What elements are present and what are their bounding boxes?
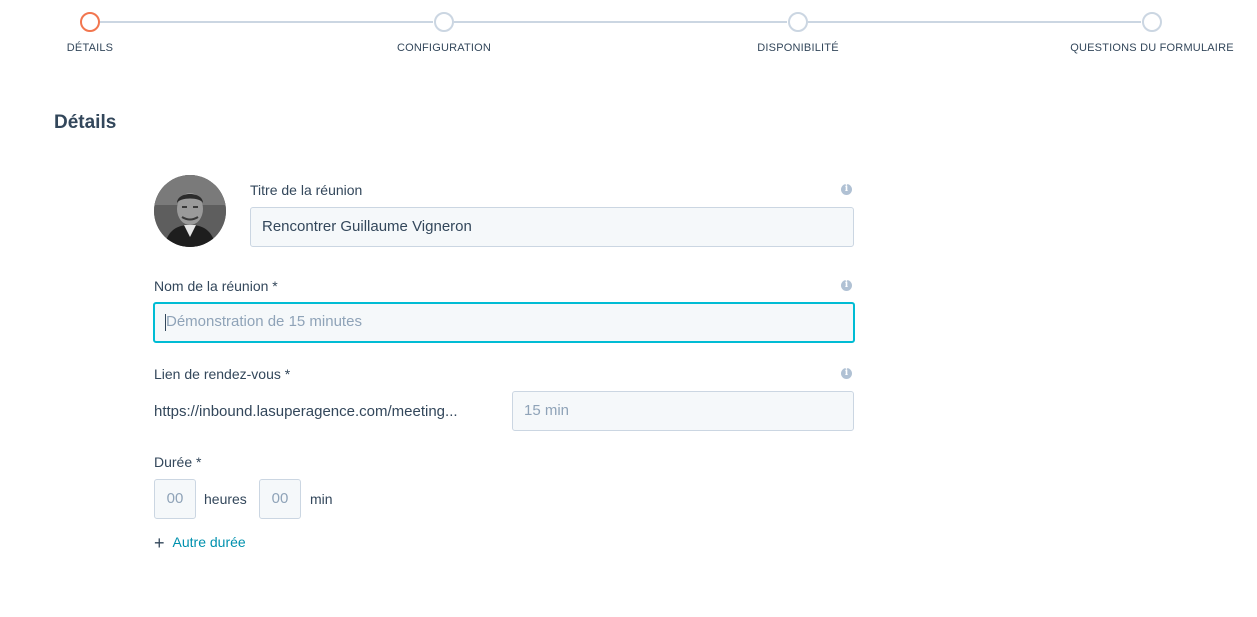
step-form-questions-circle[interactable] bbox=[1142, 12, 1162, 32]
step-details-circle[interactable] bbox=[80, 12, 100, 32]
duration-label: Durée * bbox=[154, 454, 202, 470]
add-other-duration-link[interactable]: + Autre durée bbox=[154, 533, 246, 554]
step-availability-label[interactable]: DISPONIBILITÉ bbox=[757, 42, 838, 54]
stepper-line bbox=[100, 21, 433, 23]
meeting-name-placeholder: Démonstration de 15 minutes bbox=[166, 313, 362, 330]
meeting-name-label: Nom de la réunion * bbox=[154, 278, 278, 294]
info-icon[interactable]: i bbox=[841, 184, 852, 195]
info-icon[interactable]: i bbox=[841, 280, 852, 291]
meeting-link-label: Lien de rendez-vous * bbox=[154, 366, 291, 382]
plus-icon: + bbox=[154, 533, 165, 553]
avatar[interactable] bbox=[154, 175, 226, 247]
duration-minutes-unit: min bbox=[310, 491, 333, 507]
step-form-questions-label[interactable]: QUESTIONS DU FORMULAIRE bbox=[1070, 42, 1234, 54]
meeting-name-input[interactable]: Démonstration de 15 minutes bbox=[153, 302, 855, 343]
step-configuration-circle[interactable] bbox=[434, 12, 454, 32]
page-title: Détails bbox=[54, 112, 117, 133]
duration-minutes-input[interactable]: 00 bbox=[259, 479, 301, 519]
stepper-line bbox=[808, 21, 1141, 23]
duration-hours-input[interactable]: 00 bbox=[154, 479, 196, 519]
meeting-title-label: Titre de la réunion bbox=[250, 182, 363, 198]
avatar-image bbox=[154, 175, 226, 247]
step-details-label[interactable]: DÉTAILS bbox=[67, 42, 113, 54]
duration-hours-unit: heures bbox=[204, 491, 247, 507]
meeting-title-input[interactable]: Rencontrer Guillaume Vigneron bbox=[250, 207, 854, 247]
step-availability-circle[interactable] bbox=[788, 12, 808, 32]
step-configuration-label[interactable]: CONFIGURATION bbox=[397, 42, 491, 54]
stepper-line bbox=[454, 21, 787, 23]
info-icon[interactable]: i bbox=[841, 368, 852, 379]
meeting-link-url-prefix: https://inbound.lasuperagence.com/meetin… bbox=[154, 403, 458, 420]
meeting-link-slug-input[interactable]: 15 min bbox=[512, 391, 854, 431]
progress-stepper: DÉTAILS CONFIGURATION DISPONIBILITÉ QUES… bbox=[0, 0, 1257, 70]
add-other-duration-label: Autre durée bbox=[172, 534, 246, 550]
